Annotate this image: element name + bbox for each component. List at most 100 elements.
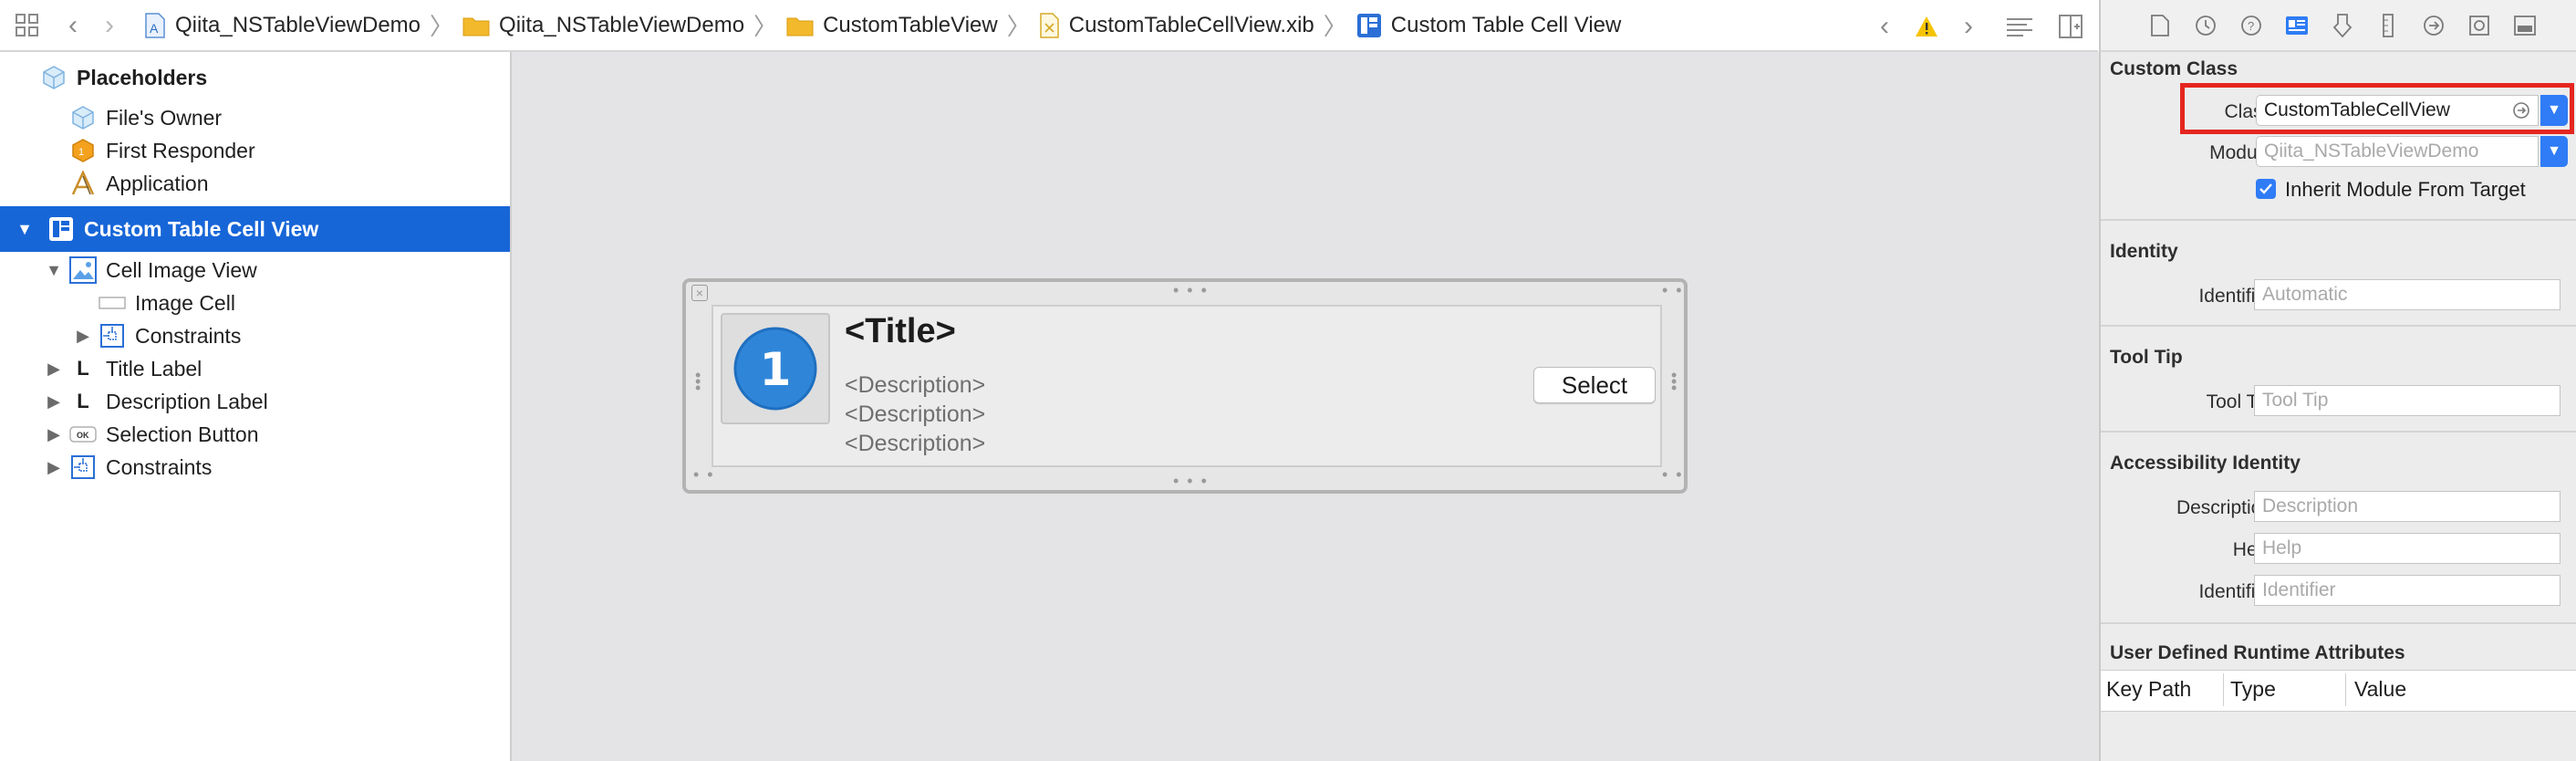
back-arrow-icon[interactable]: ‹ [55, 0, 91, 51]
svg-text:1: 1 [78, 147, 84, 158]
accessibility-description-label: Description [2176, 497, 2272, 518]
forward-arrow-icon[interactable]: › [91, 0, 128, 51]
chevron-right-icon: 〉 [1323, 13, 1347, 40]
chevron-right-icon: 〉 [1006, 13, 1031, 40]
cell-image-view[interactable]: 1 [721, 313, 830, 424]
select-button[interactable]: Select [1533, 367, 1656, 403]
disclosure-closed-icon[interactable]: ▶ [44, 425, 64, 444]
outline-selection-button[interactable]: ▶ OK Selection Button [0, 418, 510, 451]
outline-label: Image Cell [135, 290, 235, 315]
editor-options-icon[interactable] [1992, 0, 2047, 52]
number-one-badge-icon: 1 [733, 327, 817, 411]
outline-cell-image-view[interactable]: ▼ Cell Image View [0, 254, 510, 287]
breadcrumb-item[interactable]: Qiita_NSTableViewDemo [499, 13, 744, 38]
constraints-icon [69, 453, 97, 481]
document-outline: Placeholders File's Owner 1 First Respon… [0, 52, 512, 761]
column-header-value[interactable]: Value [2354, 677, 2406, 702]
outline-label: Application [106, 171, 209, 195]
history-inspector-icon[interactable] [2192, 12, 2219, 39]
column-header-key-path[interactable]: Key Path [2106, 677, 2191, 702]
accessibility-identifier-field[interactable]: Identifier [2254, 575, 2560, 606]
connections-inspector-icon[interactable] [2420, 12, 2447, 39]
outline-application[interactable]: Application [0, 167, 510, 200]
resize-handle-bottom-right[interactable]: • • [1662, 466, 1684, 483]
bindings-inspector-icon[interactable] [2466, 12, 2493, 39]
identifier-label: Identifier [2198, 286, 2272, 307]
size-inspector-icon[interactable] [2374, 12, 2402, 39]
column-header-type[interactable]: Type [2230, 677, 2276, 702]
label-icon: L [77, 357, 89, 380]
identity-inspector-icon[interactable] [2283, 12, 2311, 39]
disclosure-closed-icon[interactable]: ▶ [44, 392, 64, 412]
view-effects-inspector-icon[interactable] [2511, 12, 2539, 39]
module-dropdown-arrow-icon[interactable]: ▼ [2540, 136, 2568, 167]
section-divider [2101, 325, 2576, 327]
outline-image-cell[interactable]: Image Cell [0, 287, 510, 319]
outline-constraints-inner[interactable]: ▶ Constraints [0, 319, 510, 352]
disclosure-closed-icon[interactable]: ▶ [44, 360, 64, 379]
button-icon: OK [69, 421, 97, 448]
resize-handle-right[interactable]: • • • [1671, 367, 1678, 396]
disclosure-closed-icon[interactable]: ▶ [73, 327, 93, 346]
file-inspector-icon[interactable] [2146, 12, 2174, 39]
breadcrumb-item[interactable]: CustomTableView [823, 13, 998, 38]
warning-icon[interactable] [1908, 0, 1945, 52]
accessibility-identifier-placeholder: Identifier [2262, 579, 2336, 600]
previous-issue-icon[interactable]: ‹ [1866, 0, 1903, 52]
resize-handle-top-right[interactable]: • • [1662, 282, 1684, 298]
resize-handle-left[interactable]: • • • [695, 367, 702, 396]
identifier-field[interactable]: Automatic [2254, 279, 2560, 310]
accessibility-description-field[interactable]: Description [2254, 491, 2560, 522]
outline-custom-table-cell-view[interactable]: ▼ Custom Table Cell View [0, 206, 510, 252]
first-responder-cube-icon: 1 [69, 137, 97, 164]
section-divider [2101, 431, 2576, 433]
cell-description-line[interactable]: <Description> [845, 431, 985, 457]
section-title-runtime-attributes: User Defined Runtime Attributes [2110, 642, 2405, 663]
attributes-inspector-icon[interactable] [2329, 12, 2356, 39]
outline-label: Cell Image View [106, 257, 257, 282]
outline-label: Constraints [106, 454, 213, 479]
outline-label: Selection Button [106, 422, 259, 446]
accessibility-help-field[interactable]: Help [2254, 533, 2560, 564]
quick-help-icon[interactable]: ? [2238, 12, 2265, 39]
tool-tip-field[interactable]: Tool Tip [2254, 385, 2560, 416]
module-placeholder: Qiita_NSTableViewDemo [2264, 141, 2479, 162]
resize-handle-bottom[interactable]: • • • [1173, 473, 1209, 489]
tool-tip-label: Tool Tip [2206, 391, 2272, 412]
image-cell-icon [99, 289, 126, 317]
svg-text:?: ? [2248, 19, 2254, 33]
section-divider [2101, 219, 2576, 221]
outline-placeholders[interactable]: Placeholders [0, 61, 510, 94]
related-items-icon[interactable] [0, 0, 55, 51]
breadcrumb-item-current[interactable]: Custom Table Cell View [1391, 13, 1622, 38]
section-title-tool-tip: Tool Tip [2110, 347, 2183, 368]
class-highlight-annotation [2180, 83, 2574, 134]
breadcrumb-item[interactable]: CustomTableCellView.xib [1069, 13, 1314, 38]
outline-files-owner[interactable]: File's Owner [0, 101, 510, 134]
cell-description-line[interactable]: <Description> [845, 372, 985, 399]
outline-label: Description Label [106, 389, 268, 413]
disclosure-open-icon[interactable]: ▼ [44, 261, 64, 280]
next-issue-icon[interactable]: › [1950, 0, 1987, 52]
svg-text:A: A [150, 21, 159, 36]
disclosure-open-icon[interactable]: ▼ [15, 220, 35, 239]
inherit-module-label[interactable]: Inherit Module From Target [2285, 178, 2526, 202]
disclosure-closed-icon[interactable]: ▶ [44, 458, 64, 477]
add-editor-icon[interactable] [2052, 0, 2089, 52]
outline-first-responder[interactable]: 1 First Responder [0, 134, 510, 167]
application-icon [69, 170, 97, 197]
close-icon[interactable]: × [691, 285, 708, 301]
inherit-module-checkbox[interactable] [2256, 179, 2276, 199]
module-combo-field[interactable]: Qiita_NSTableViewDemo [2256, 136, 2539, 167]
jump-bar: ‹ › A Qiita_NSTableViewDemo 〉 Qiita_NSTa… [0, 0, 2098, 52]
breadcrumb-item[interactable]: Qiita_NSTableViewDemo [175, 13, 421, 38]
outline-title-label[interactable]: ▶ L Title Label [0, 352, 510, 385]
cell-description-line[interactable]: <Description> [845, 401, 985, 428]
resize-handle-top[interactable]: • • • [1173, 282, 1209, 298]
cell-title-label[interactable]: <Title> [845, 312, 956, 351]
resize-handle-bottom-left[interactable]: • • [693, 466, 715, 483]
label-icon: L [77, 390, 89, 412]
outline-constraints-outer[interactable]: ▶ Constraints [0, 451, 510, 484]
outline-description-label[interactable]: ▶ L Description Label [0, 385, 510, 418]
accessibility-description-placeholder: Description [2262, 495, 2359, 516]
